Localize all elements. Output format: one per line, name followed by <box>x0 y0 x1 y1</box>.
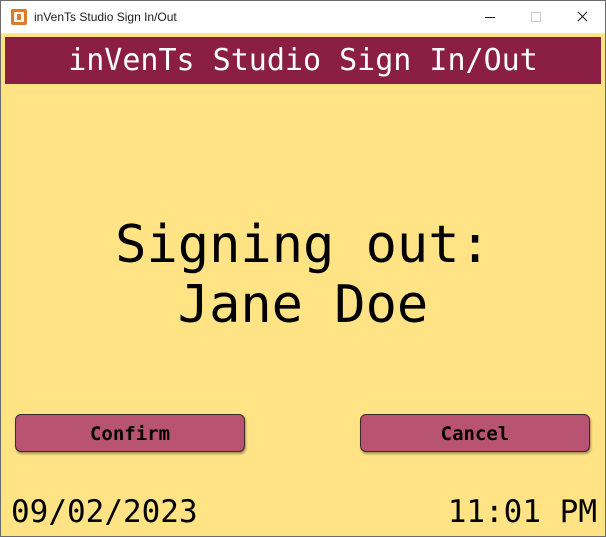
app-icon <box>11 9 27 25</box>
current-time: 11:01 PM <box>447 494 597 530</box>
maximize-icon <box>513 1 559 33</box>
signout-status-text: Signing out: <box>115 215 491 275</box>
window-title: inVenTs Studio Sign In/Out <box>34 10 177 24</box>
signout-message: Signing out: Jane Doe <box>5 215 601 335</box>
app-window: inVenTs Studio Sign In/Out inVenTs Studi… <box>0 0 606 537</box>
page-title: inVenTs Studio Sign In/Out <box>5 37 601 84</box>
cancel-button[interactable]: Cancel <box>360 414 590 452</box>
window-titlebar[interactable]: inVenTs Studio Sign In/Out <box>1 1 605 34</box>
current-date: 09/02/2023 <box>11 494 198 530</box>
confirm-button[interactable]: Confirm <box>15 414 245 452</box>
close-icon[interactable] <box>559 1 605 33</box>
minimize-icon[interactable] <box>467 1 513 33</box>
user-name: Jane Doe <box>177 275 429 335</box>
